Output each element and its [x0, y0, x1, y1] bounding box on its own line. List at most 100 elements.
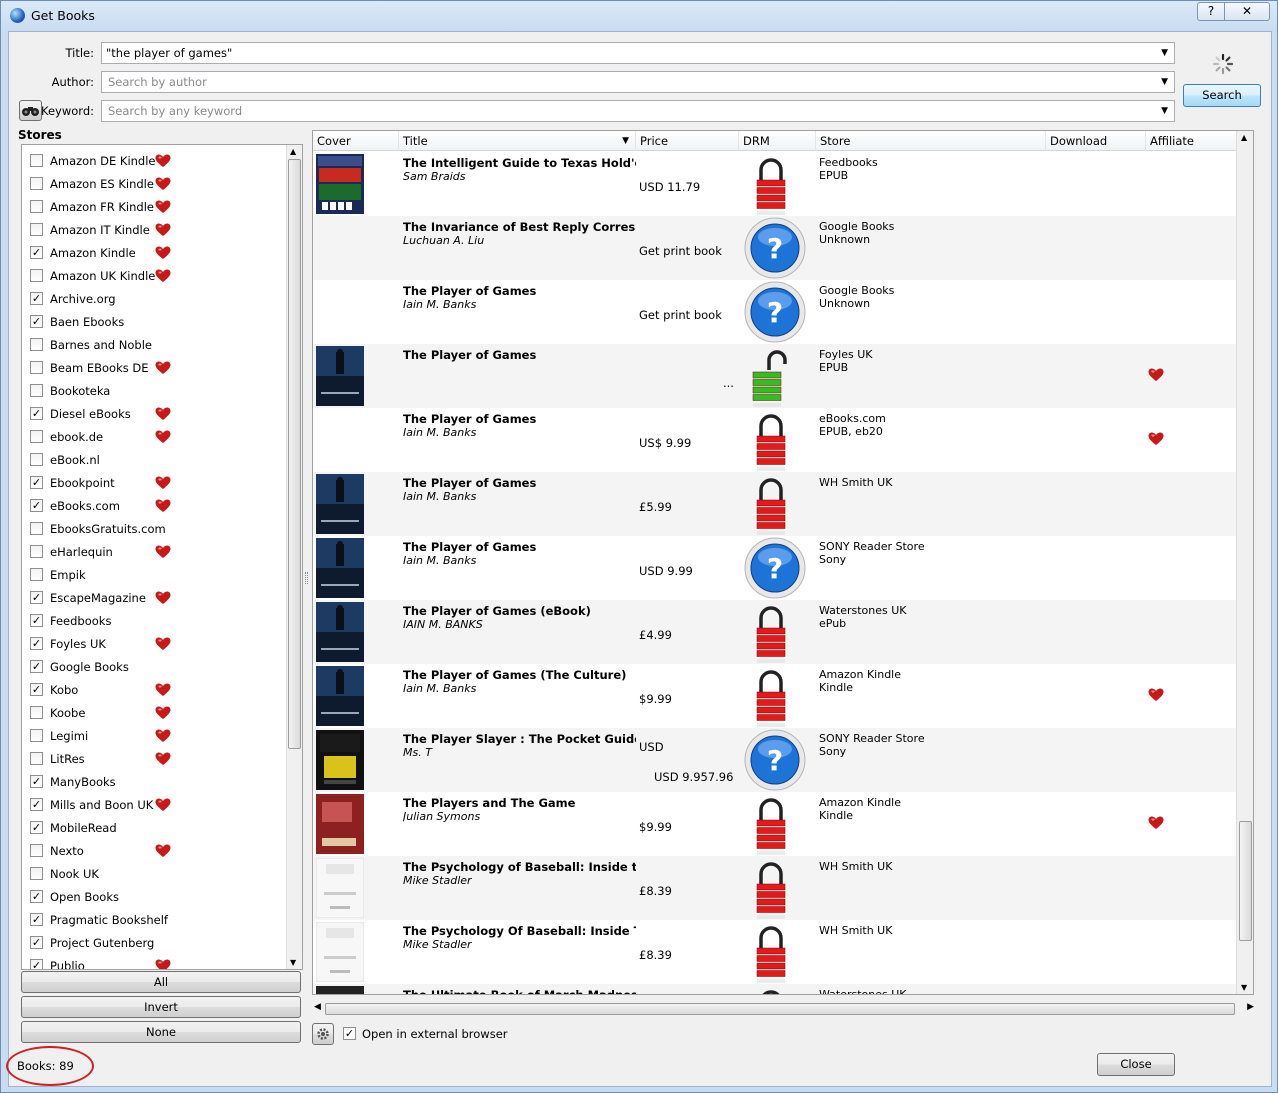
- result-row[interactable]: The Ultimate Book of March Madness (eBo W…: [313, 984, 1248, 994]
- store-checkbox[interactable]: ✓: [30, 959, 43, 969]
- store-checkbox[interactable]: ✓: [30, 913, 43, 926]
- stores-scrollbar[interactable]: ▲ ▼: [286, 145, 302, 969]
- invert-selection-button[interactable]: Invert: [21, 996, 301, 1018]
- store-item[interactable]: ✓ Foyles UK: [22, 633, 287, 656]
- result-row[interactable]: The Player of Games (eBook) IAIN M. BANKS…: [313, 600, 1248, 664]
- chevron-down-icon[interactable]: ▼: [1161, 43, 1168, 63]
- store-item[interactable]: ✓ ManyBooks: [22, 771, 287, 794]
- store-item[interactable]: ✓ Pragmatic Bookshelf: [22, 909, 287, 932]
- select-none-button[interactable]: None: [21, 1021, 301, 1043]
- store-item[interactable]: Nook UK: [22, 863, 287, 886]
- results-hscrollbar[interactable]: ◀ ▶: [312, 1000, 1254, 1017]
- store-checkbox[interactable]: ✓: [30, 292, 43, 305]
- store-item[interactable]: Amazon FR Kindle: [22, 196, 287, 219]
- store-checkbox[interactable]: ✓: [30, 775, 43, 788]
- store-checkbox[interactable]: ✓: [30, 890, 43, 903]
- store-checkbox[interactable]: [30, 384, 43, 397]
- results-scrollbar[interactable]: ▲ ▼: [1236, 131, 1253, 994]
- column-download[interactable]: Download: [1046, 131, 1146, 151]
- store-item[interactable]: Amazon DE Kindle: [22, 150, 287, 173]
- store-item[interactable]: Beam EBooks DE: [22, 357, 287, 380]
- store-item[interactable]: Nexto: [22, 840, 287, 863]
- store-item[interactable]: ✓ Amazon Kindle: [22, 242, 287, 265]
- store-checkbox[interactable]: [30, 154, 43, 167]
- column-title[interactable]: Title ▼: [399, 131, 636, 151]
- store-item[interactable]: ✓ Kobo: [22, 679, 287, 702]
- open-external-label[interactable]: Open in external browser: [362, 1027, 508, 1041]
- store-item[interactable]: ✓ Archive.org: [22, 288, 287, 311]
- author-combo[interactable]: ▼: [101, 71, 1175, 93]
- store-checkbox[interactable]: ✓: [30, 660, 43, 673]
- store-item[interactable]: Empik: [22, 564, 287, 587]
- store-checkbox[interactable]: [30, 752, 43, 765]
- store-checkbox[interactable]: ✓: [30, 246, 43, 259]
- store-item[interactable]: ✓ Mills and Boon UK: [22, 794, 287, 817]
- store-checkbox[interactable]: [30, 453, 43, 466]
- splitter-handle[interactable]: [305, 572, 308, 584]
- store-item[interactable]: ✓ EscapeMagazine: [22, 587, 287, 610]
- store-item[interactable]: ✓ Open Books: [22, 886, 287, 909]
- results-table[interactable]: Cover Title ▼ Price DRM Store Download A…: [312, 130, 1254, 995]
- results-scroll-thumb[interactable]: [1239, 821, 1252, 941]
- store-checkbox[interactable]: [30, 867, 43, 880]
- store-checkbox[interactable]: ✓: [30, 591, 43, 604]
- store-checkbox[interactable]: [30, 729, 43, 742]
- store-item[interactable]: LitRes: [22, 748, 287, 771]
- store-checkbox[interactable]: ✓: [30, 499, 43, 512]
- store-checkbox[interactable]: ✓: [30, 637, 43, 650]
- scroll-left-icon[interactable]: ◀: [314, 1002, 321, 1012]
- select-all-button[interactable]: All: [21, 971, 301, 993]
- store-item[interactable]: ✓ MobileRead: [22, 817, 287, 840]
- column-affiliate[interactable]: Affiliate: [1146, 131, 1248, 151]
- result-row[interactable]: The Psychology Of Baseball: Inside The M…: [313, 920, 1248, 984]
- result-row[interactable]: The Player of Games... Foyles UK EPUB: [313, 344, 1248, 408]
- store-checkbox[interactable]: [30, 545, 43, 558]
- store-checkbox[interactable]: [30, 844, 43, 857]
- store-checkbox[interactable]: ✓: [30, 798, 43, 811]
- scroll-up-icon[interactable]: ▲: [290, 147, 296, 156]
- scroll-down-icon[interactable]: ▼: [1241, 983, 1247, 992]
- store-checkbox[interactable]: ✓: [30, 683, 43, 696]
- column-store[interactable]: Store: [816, 131, 1046, 151]
- column-drm[interactable]: DRM: [739, 131, 816, 151]
- store-item[interactable]: Bookoteka: [22, 380, 287, 403]
- scroll-up-icon[interactable]: ▲: [1241, 133, 1247, 142]
- search-button[interactable]: Search: [1183, 84, 1261, 107]
- chevron-down-icon[interactable]: ▼: [1161, 101, 1168, 121]
- scroll-down-icon[interactable]: ▼: [290, 958, 296, 967]
- chevron-down-icon[interactable]: ▼: [1161, 72, 1168, 92]
- store-item[interactable]: Barnes and Noble: [22, 334, 287, 357]
- column-price[interactable]: Price: [636, 131, 739, 151]
- store-item[interactable]: ebook.de: [22, 426, 287, 449]
- store-checkbox[interactable]: ✓: [30, 936, 43, 949]
- result-row[interactable]: The Player of Games Iain M. Banks Get prin…: [313, 280, 1248, 344]
- store-item[interactable]: eHarlequin: [22, 541, 287, 564]
- stores-list[interactable]: Amazon DE Kindle Amazon ES Kindle Amazon F…: [21, 144, 303, 970]
- store-checkbox[interactable]: ✓: [30, 315, 43, 328]
- store-checkbox[interactable]: [30, 269, 43, 282]
- store-item[interactable]: ✓ Feedbooks: [22, 610, 287, 633]
- scroll-right-icon[interactable]: ▶: [1247, 1002, 1254, 1012]
- store-checkbox[interactable]: ✓: [30, 614, 43, 627]
- store-item[interactable]: Amazon UK Kindle: [22, 265, 287, 288]
- title-combo[interactable]: "the player of games" ▼: [101, 42, 1175, 64]
- store-item[interactable]: ✓ Project Gutenberg: [22, 932, 287, 955]
- store-item[interactable]: ✓ Google Books: [22, 656, 287, 679]
- result-row[interactable]: The Player of Games (The Culture) Iain M.…: [313, 664, 1248, 728]
- store-checkbox[interactable]: [30, 200, 43, 213]
- open-external-checkbox[interactable]: ✓: [343, 1027, 356, 1040]
- store-checkbox[interactable]: [30, 361, 43, 374]
- store-checkbox[interactable]: [30, 223, 43, 236]
- store-item[interactable]: Amazon IT Kindle: [22, 219, 287, 242]
- store-checkbox[interactable]: [30, 430, 43, 443]
- store-item[interactable]: ✓ Baen Ebooks: [22, 311, 287, 334]
- stores-scroll-thumb[interactable]: [288, 159, 301, 749]
- hscroll-thumb[interactable]: [325, 1003, 1235, 1015]
- close-button[interactable]: Close: [1097, 1053, 1175, 1076]
- result-row[interactable]: The Psychology of Baseball: Inside the M…: [313, 856, 1248, 920]
- result-row[interactable]: The Player of Games Iain M. Banks £5.99 WH …: [313, 472, 1248, 536]
- keyword-input[interactable]: [106, 103, 1121, 119]
- store-item[interactable]: ✓ Publio: [22, 955, 287, 969]
- result-row[interactable]: The Player of Games Iain M. Banks USD 9.99…: [313, 536, 1248, 600]
- store-item[interactable]: ✓ eBooks.com: [22, 495, 287, 518]
